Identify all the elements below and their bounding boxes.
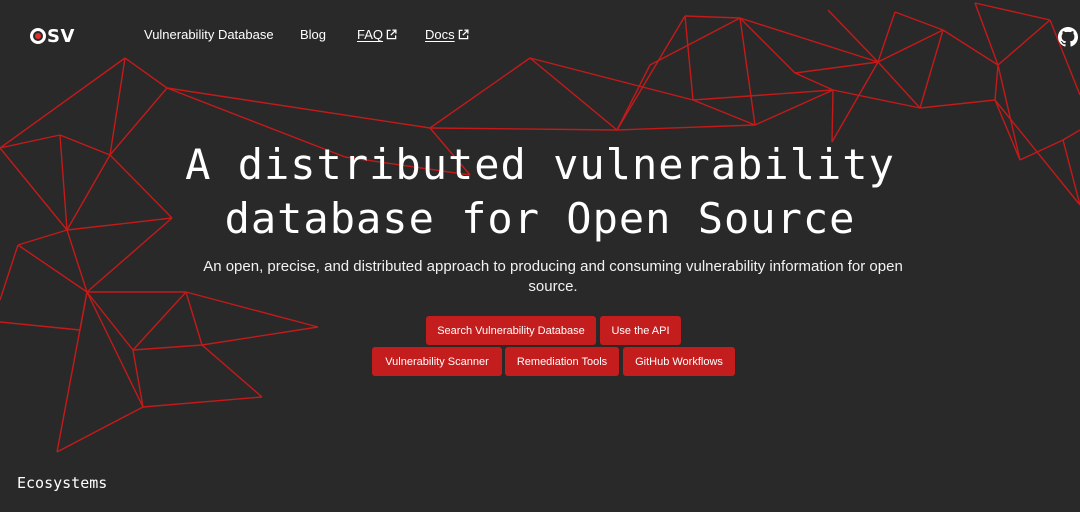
mesh-line [132,349,144,408]
logo-circle-icon [30,28,46,44]
mesh-line [201,326,319,346]
mesh-line [132,344,203,351]
logo-text: SV [47,25,75,47]
mesh-line [692,99,756,126]
hero-title: A distributed vulnerability database for… [0,138,1080,246]
mesh-line [831,61,879,143]
decorative-mesh-background [0,2,1080,453]
hero-title-line-1: A distributed vulnerability [185,140,895,189]
mesh-line [166,87,431,129]
search-vulnerability-database-button[interactable]: Search Vulnerability Database [426,316,596,345]
external-link-icon [386,29,397,40]
mesh-line [17,244,88,293]
github-icon[interactable] [1058,27,1078,47]
external-link-icon [458,29,469,40]
hero-title-line-2: database for Open Source [224,194,856,243]
vulnerability-scanner-button[interactable]: Vulnerability Scanner [372,347,502,376]
mesh-line [185,291,319,328]
hero-subtitle: An open, precise, and distributed approa… [203,258,903,295]
mesh-line [616,124,756,131]
mesh-line [201,344,263,398]
mesh-line [994,64,999,101]
nav-link-vulnerability-database[interactable]: Vulnerability Database [144,27,274,42]
mesh-line [429,127,618,131]
mesh-line [56,291,88,453]
nav-link-docs[interactable]: Docs [425,27,469,42]
use-the-api-button[interactable]: Use the API [600,316,681,345]
mesh-line [794,72,834,91]
mesh-line [0,57,126,149]
mesh-line [132,291,187,351]
osv-logo[interactable]: SV [30,25,75,47]
nav-link-faq[interactable]: FAQ [357,27,397,42]
osv-homepage: SV Vulnerability Database Blog FAQ Docs [0,0,1080,512]
mesh-line [0,321,81,331]
mesh-line [0,244,19,301]
mesh-line [616,64,651,131]
top-navigation: SV Vulnerability Database Blog FAQ Docs [0,0,1080,70]
remediation-tools-button[interactable]: Remediation Tools [505,347,619,376]
mesh-line [919,99,996,109]
mesh-line [56,406,144,453]
mesh-line [86,291,134,351]
github-workflows-button[interactable]: GitHub Workflows [623,347,735,376]
mesh-line [142,396,263,408]
mesh-line [692,89,834,101]
ecosystems-heading: Ecosystems [17,474,108,492]
nav-link-blog[interactable]: Blog [300,27,326,42]
mesh-line [185,291,203,346]
mesh-line [831,89,834,143]
